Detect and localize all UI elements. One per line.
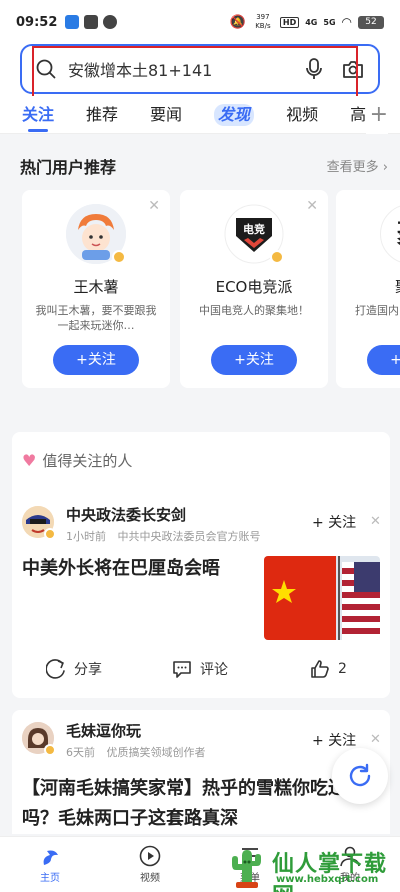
post-actions: 分享 评论 2	[12, 652, 390, 686]
close-icon[interactable]: ✕	[370, 732, 381, 747]
wifi-icon: ◠	[341, 15, 352, 29]
telegram-icon	[103, 15, 118, 29]
post-author: 毛妹逗你玩	[66, 722, 142, 740]
watermark-url: www.hebxqrt.com	[276, 874, 379, 885]
logo-text: 电竞	[243, 223, 265, 236]
user-card[interactable]: ✕ 王木薯 我叫王木薯，要不要跟我一起来玩迷你… +关注	[22, 190, 170, 388]
finger-heart-icon: ♥	[22, 451, 37, 470]
post-time: 6天前	[66, 746, 95, 759]
microphone-icon[interactable]	[304, 58, 324, 80]
user-name: 聚印	[336, 276, 400, 297]
tab-discover[interactable]: 发现	[214, 103, 255, 126]
avatar: 电竞	[224, 204, 284, 264]
chevron-right-icon: ›	[382, 160, 388, 175]
hd-badge: HD	[279, 16, 300, 28]
mute-icon: 🔕	[229, 14, 246, 30]
signal-5g: 5G	[323, 17, 336, 27]
search-input[interactable]: 安徽增本土81+141	[20, 44, 380, 94]
tab-video[interactable]: 视频	[286, 96, 318, 134]
status-bar: 09:52 🔕 397 KB/s HD 4G 5G ◠ 52	[0, 0, 400, 44]
app-notification-icon	[65, 15, 80, 29]
post-desc: 中共中央政法委员会官方账号	[117, 530, 261, 543]
share-icon	[46, 659, 65, 679]
user-desc: 打造国内…视频作品…	[355, 304, 400, 317]
signal-4g: 4G	[305, 17, 318, 27]
verified-badge-icon	[44, 744, 56, 756]
post-headline[interactable]: 【河南毛妹搞笑家常】热乎的雪糕你吃过	[22, 774, 382, 804]
add-channel-icon[interactable]: +	[365, 96, 388, 134]
share-label: 分享	[74, 662, 102, 678]
comment-icon	[173, 661, 191, 678]
tab-news[interactable]: 要闻	[150, 96, 182, 134]
worth-following-card: ♥ 值得关注的人 中央政法委长安剑 1小时前 中共中央政法委员会官方账号 + 关…	[12, 432, 390, 698]
user-desc: 我叫王木薯，要不要跟我一起来玩迷你…	[35, 304, 157, 332]
see-more-link[interactable]: 查看更多 ›	[327, 156, 388, 175]
follow-button[interactable]: +关注	[211, 345, 297, 375]
post-thumbnail[interactable]	[264, 556, 380, 640]
verified-badge-icon	[44, 528, 56, 540]
search-icon	[36, 59, 56, 79]
post-meta: 1小时前 中共中央政法委员会官方账号	[66, 528, 261, 544]
avatar: 聚	[380, 204, 400, 264]
battery-icon: 52	[358, 15, 384, 29]
post-headline[interactable]: 中美外长将在巴厘岛会晤	[22, 554, 258, 584]
like-count: 2	[338, 661, 347, 677]
tab-recommend[interactable]: 推荐	[86, 96, 118, 134]
user-name: ECO电竞派	[215, 278, 293, 296]
user-desc: 中国电竞人的聚集地！	[199, 304, 309, 317]
post-time: 1小时前	[66, 530, 106, 543]
user-card[interactable]: 聚 聚印 打造国内…视频作品… +关注	[336, 190, 400, 388]
post-author: 中央政法委长安剑	[66, 506, 187, 524]
home-icon	[43, 850, 58, 865]
follow-button[interactable]: +关注	[53, 345, 139, 375]
watermark-text: 仙人掌下载网	[272, 852, 388, 892]
channel-tabs: 关注 推荐 要闻 发现 视频 高 +	[0, 96, 400, 134]
comment-label: 评论	[200, 662, 228, 678]
see-more-label: 查看更多	[326, 160, 379, 175]
app-notification-icon	[84, 15, 99, 29]
follow-button[interactable]: +关注	[367, 345, 400, 375]
tab-more-channel[interactable]: 高	[350, 96, 366, 134]
flags-image	[264, 556, 380, 640]
follow-button[interactable]: + 关注	[312, 512, 356, 532]
user-name: 王木薯	[73, 278, 119, 296]
worth-following-title: 值得关注的人	[42, 452, 133, 470]
worth-following-header: ♥ 值得关注的人	[22, 450, 132, 471]
thumbs-up-icon	[311, 660, 329, 678]
post-meta: 6天前 优质搞笑领域创作者	[66, 744, 206, 760]
status-time: 09:52	[16, 14, 58, 30]
cactus-logo-icon	[232, 850, 261, 888]
share-button[interactable]: 分享	[46, 659, 102, 679]
close-icon[interactable]: ✕	[370, 514, 381, 529]
search-bar: 安徽增本土81+141	[0, 44, 400, 96]
close-icon[interactable]: ✕	[306, 198, 318, 214]
verified-badge-icon	[112, 250, 126, 264]
search-query: 安徽增本土81+141	[68, 61, 213, 80]
network-speed: 397 KB/s	[255, 13, 271, 30]
comment-button[interactable]: 评论	[172, 659, 228, 679]
logo-text: 聚	[381, 205, 400, 265]
like-button[interactable]: 2	[310, 659, 347, 679]
post-headline[interactable]: 吗？毛妹两口子这套路真深	[22, 804, 382, 834]
user-card[interactable]: ✕ 电竞 ECO电竞派 中国电竞人的聚集地！ +关注	[180, 190, 328, 388]
follow-button[interactable]: + 关注	[312, 730, 356, 750]
play-icon	[139, 845, 161, 867]
nav-home[interactable]: 主页	[0, 837, 100, 892]
watermark: 仙人掌下载网 www.hebxqrt.com	[220, 842, 400, 892]
camera-icon[interactable]	[342, 59, 364, 79]
close-icon[interactable]: ✕	[148, 198, 160, 214]
refresh-button[interactable]	[332, 748, 388, 804]
verified-badge-icon	[270, 250, 284, 264]
refresh-icon	[349, 763, 371, 787]
nav-video[interactable]: 视频	[100, 837, 200, 892]
post-desc: 优质搞笑领域创作者	[106, 746, 206, 759]
nav-label: 视频	[140, 873, 160, 884]
hot-users-title: 热门用户推荐	[20, 158, 117, 177]
nav-label: 主页	[40, 873, 60, 884]
tab-follow[interactable]: 关注	[22, 96, 54, 134]
avatar	[66, 204, 126, 264]
